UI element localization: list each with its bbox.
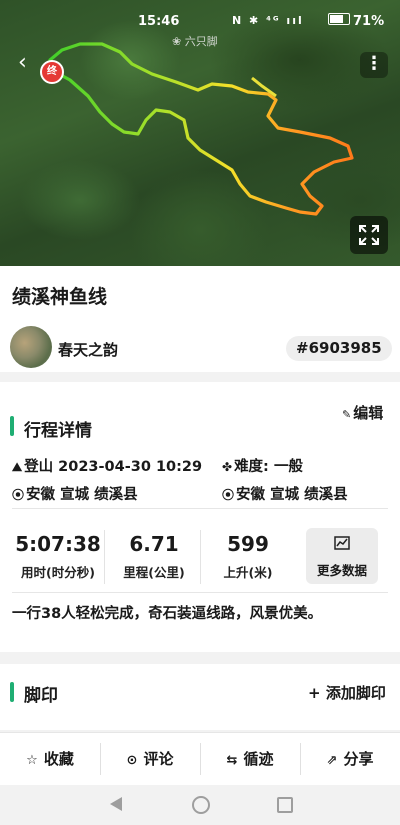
stats-row: 5:07:38 用时(时分秒) 6.71 里程(公里) 599 上升(米) 更多… (0, 520, 400, 590)
follow-track-label: 循迹 (243, 750, 274, 768)
edit-icon: ✎ (342, 408, 352, 421)
section-title-footprint: 脚印 (24, 686, 58, 706)
expand-icon (359, 225, 379, 245)
footprint-section: 脚印 + 添加脚印 (0, 664, 400, 730)
add-footprint-button[interactable]: + 添加脚印 (308, 682, 386, 703)
end-location: ⦿ 安徽 宣城 绩溪县 (222, 483, 348, 504)
stat-value: 599 (227, 532, 269, 556)
bottom-action-bar: ☆ 收藏 ⊙ 评论 ⇆ 循迹 ⇗ 分享 (0, 732, 400, 785)
status-bar: 15:46 N ✱ ⁴ᴳ ııl 71% (0, 8, 400, 30)
share-label: 分享 (343, 750, 374, 768)
plus-icon: + (308, 684, 321, 702)
end-pin-icon: ⦿ (222, 488, 235, 502)
stat-label: 用时(时分秒) (21, 565, 95, 580)
favorite-button[interactable]: ☆ 收藏 (0, 733, 100, 785)
activity-type: 登山 (24, 459, 54, 475)
author-name[interactable]: 春天之韵 (58, 339, 118, 360)
back-button[interactable]: ‹ (18, 52, 40, 74)
comment-button[interactable]: ⊙ 评论 (100, 733, 200, 785)
section-accent-bar (10, 416, 14, 436)
mountain-icon: ⛰ (12, 460, 23, 474)
stat-label: 上升(米) (223, 565, 273, 580)
share-icon: ⇗ (326, 753, 338, 768)
battery-icon (328, 13, 350, 25)
edit-button[interactable]: ✎ 编辑 (342, 402, 383, 423)
difficulty-label: 难度: (234, 459, 269, 475)
comment-icon: ⊙ (126, 753, 138, 768)
route-description: 一行38人轻松完成，奇石装逼线路，风景优美。 (12, 606, 323, 622)
nav-home-icon[interactable] (192, 796, 210, 814)
fullscreen-button[interactable] (350, 216, 388, 254)
section-accent-bar (10, 682, 14, 702)
route-id-badge: #6903985 (286, 336, 392, 361)
battery-level: 71% (353, 14, 385, 29)
route-map[interactable]: 15:46 N ✱ ⁴ᴳ ııl 71% ❀ 六只脚 ‹ 终 ⋮ (0, 0, 400, 266)
end-marker: 终 (40, 60, 64, 84)
status-icons: N ✱ ⁴ᴳ ııl (232, 14, 304, 27)
stat-label: 里程(公里) (123, 565, 185, 580)
stat-duration: 5:07:38 用时(时分秒) (8, 520, 108, 581)
divider (12, 508, 388, 509)
route-header: 绩溪神鱼线 春天之韵 #6903985 (0, 266, 400, 372)
share-button[interactable]: ⇗ 分享 (300, 733, 400, 785)
nav-back-icon[interactable] (110, 797, 122, 811)
start-pin-icon: ⦿ (12, 488, 25, 502)
stat-value: 5:07:38 (15, 532, 101, 556)
section-title-details: 行程详情 (24, 421, 92, 441)
system-nav-bar (0, 785, 400, 825)
difficulty: ✤ 难度: 一般 (222, 455, 303, 476)
end-location-value: 安徽 宣城 绩溪县 (236, 487, 348, 503)
favorite-label: 收藏 (43, 750, 74, 768)
watermark: ❀ 六只脚 (172, 33, 218, 49)
divider (12, 592, 388, 593)
comment-label: 评论 (143, 750, 174, 768)
stat-value: 6.71 (129, 532, 179, 556)
status-time: 15:46 (138, 14, 180, 29)
avatar[interactable] (10, 326, 52, 368)
activity-datetime-value: 2023-04-30 10:29 (58, 459, 203, 475)
footprint-logo-icon: ❀ (172, 35, 182, 48)
follow-track-button[interactable]: ⇆ 循迹 (200, 733, 300, 785)
chart-icon (306, 536, 378, 554)
more-data-label: 更多数据 (316, 563, 367, 578)
follow-track-icon: ⇆ (226, 753, 238, 768)
start-location: ⦿ 安徽 宣城 绩溪县 (12, 483, 138, 504)
more-data-button[interactable]: 更多数据 (306, 528, 378, 584)
stat-ascent: 599 上升(米) (198, 520, 298, 581)
edit-label: 编辑 (353, 404, 384, 422)
start-location-value: 安徽 宣城 绩溪县 (26, 487, 138, 503)
star-icon: ☆ (26, 753, 38, 768)
stat-distance: 6.71 里程(公里) (104, 520, 204, 581)
track-line (46, 42, 354, 216)
nav-recents-icon[interactable] (277, 797, 293, 813)
watermark-text: 六只脚 (184, 35, 218, 48)
more-menu-button[interactable]: ⋮ (360, 52, 388, 78)
puzzle-icon: ✤ (222, 460, 233, 474)
difficulty-value: 一般 (273, 459, 303, 475)
activity-datetime: ⛰ 登山 2023-04-30 10:29 (12, 455, 202, 476)
route-title: 绩溪神鱼线 (12, 286, 108, 308)
trip-details: 行程详情 ✎ 编辑 ⛰ 登山 2023-04-30 10:29 ✤ 难度: 一般 ⦿ 安… (0, 382, 400, 652)
add-footprint-label: 添加脚印 (325, 684, 386, 702)
